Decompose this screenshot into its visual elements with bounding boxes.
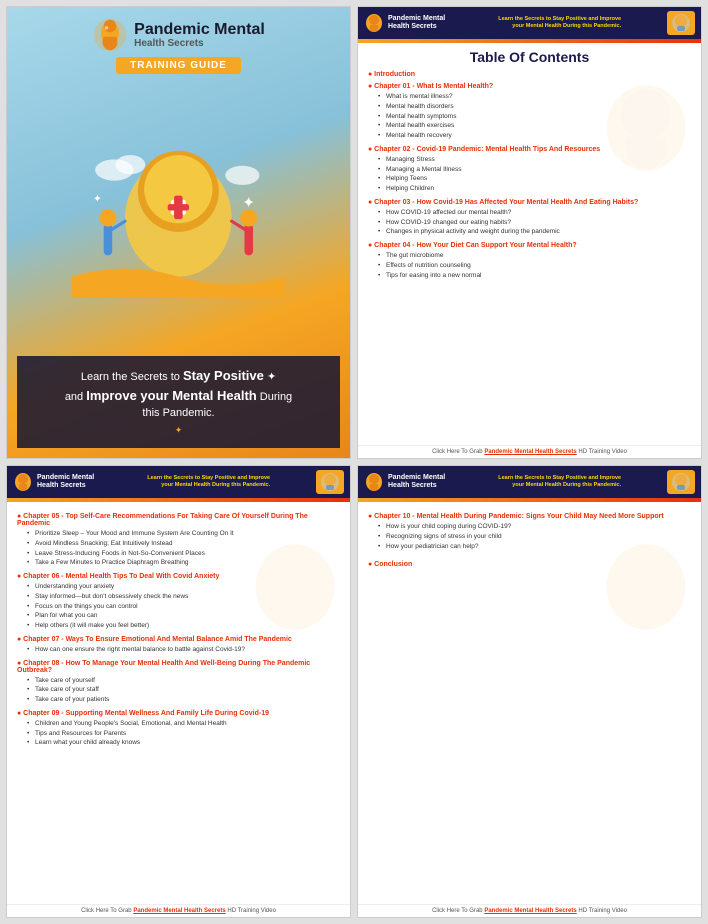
toc-body-2: ● Chapter 05 - Top Self-Care Recommendat…: [7, 502, 350, 904]
bullet-item: Help others (it will make you feel bette…: [27, 621, 340, 631]
toc-panel-3: Pandemic Mental Health Secrets Learn the…: [357, 465, 702, 918]
bullet-item: Effects of nutrition counseling: [378, 261, 691, 271]
bullet-item: Stay informed—but don't obsessively chec…: [27, 592, 340, 602]
toc-bullets-6: Understanding your anxiety Stay informed…: [17, 582, 340, 631]
bullet-item: How can one ensure the right mental bala…: [27, 645, 340, 655]
toc-header-1: Pandemic Mental Health Secrets Learn the…: [358, 7, 701, 39]
bullet-item: How your pediatrician can help?: [378, 542, 691, 552]
toc-logo-3: Pandemic Mental Health Secrets: [364, 472, 445, 492]
toc-body-1: Table Of Contents ● Introduction ● Chapt…: [358, 43, 701, 445]
toc-chapter-intro: ● Introduction: [368, 71, 691, 78]
cover-title-block: Pandemic Mental Health Secrets: [134, 21, 265, 50]
toc-panel-2: Pandemic Mental Health Secrets Learn the…: [6, 465, 351, 918]
cover-tagline-text: Learn the Secrets to Stay Positive ✦ and…: [65, 371, 292, 419]
bullet-item: What is mental illness?: [378, 92, 691, 102]
toc-chapter-9[interactable]: ● Chapter 09 - Supporting Mental Wellnes…: [17, 710, 340, 717]
toc-header-logo-text-3: Pandemic Mental Health Secrets: [388, 474, 445, 491]
bullet-item: How COVID-19 affected our mental health?: [378, 208, 691, 218]
bullet-item: Tips for easing into a new normal: [378, 271, 691, 281]
bullet-item: Changes in physical activity and weight …: [378, 227, 691, 237]
bullet-item: Managing Stress: [378, 155, 691, 165]
bullet-item: Mental health disorders: [378, 102, 691, 112]
toc-footer-link-2[interactable]: Pandemic Mental Health Secrets: [133, 908, 225, 914]
toc-watermark-3: [601, 542, 691, 632]
toc-header-3: Pandemic Mental Health Secrets Learn the…: [358, 466, 701, 498]
toc-bullets-5: Prioritize Sleep – Your Mood and Immune …: [17, 529, 340, 568]
toc-logo-icon-1: [364, 13, 384, 33]
bullet-item: Managing a Mental Illness: [378, 165, 691, 175]
toc-bullets-2: Managing Stress Managing a Mental Illnes…: [368, 155, 691, 194]
toc-body-3: ● Chapter 10 - Mental Health During Pand…: [358, 502, 701, 904]
toc-header-logo-text-1: Pandemic Mental Health Secrets: [388, 15, 445, 32]
toc-bullets-8: Take care of yourself Take care of your …: [17, 676, 340, 705]
toc-logo-2: Pandemic Mental Health Secrets: [13, 472, 94, 492]
bullet-item: Take a Few Minutes to Practice Diaphragm…: [27, 558, 340, 568]
toc-footer-link-1[interactable]: Pandemic Mental Health Secrets: [484, 449, 576, 455]
cover-title-sub: Health Secrets: [134, 38, 265, 49]
bullet-item: Mental health symptoms: [378, 112, 691, 122]
toc-logo-icon-3: [364, 472, 384, 492]
bullet-item: Leave Stress-Inducing Foods in Not-So-Co…: [27, 549, 340, 559]
cover-illustration: ✦ ✦: [17, 80, 340, 356]
toc-bullets-4: The gut microbiome Effects of nutrition …: [368, 251, 691, 280]
cover-title-main: Pandemic Mental: [134, 21, 265, 39]
toc-footer-1[interactable]: Click Here To Grab Pandemic Mental Healt…: [358, 445, 701, 458]
toc-chapter-3[interactable]: ● Chapter 03 - How Covid-19 Has Affected…: [368, 199, 691, 206]
bullet-item: Children and Young People's Social, Emot…: [27, 719, 340, 729]
bullet-item: Take care of your patients: [27, 695, 340, 705]
bullet-item: Learn what your child already knows: [27, 738, 340, 748]
bullet-item: Focus on the things you can control: [27, 602, 340, 612]
toc-header-logo-text-2: Pandemic Mental Health Secrets: [37, 474, 94, 491]
cover-tagline: Learn the Secrets to Stay Positive ✦ and…: [17, 356, 340, 448]
toc-header-tagline-2: Learn the Secrets to Stay Positive and I…: [140, 475, 270, 489]
toc-panel-1: Pandemic Mental Health Secrets Learn the…: [357, 6, 702, 459]
bullet-item: Take care of yourself: [27, 676, 340, 686]
cover-illustration-svg: ✦ ✦: [33, 138, 324, 298]
toc-chapter-10[interactable]: ● Chapter 10 - Mental Health During Pand…: [368, 513, 691, 520]
toc-header-2: Pandemic Mental Health Secrets Learn the…: [7, 466, 350, 498]
toc-footer-2[interactable]: Click Here To Grab Pandemic Mental Healt…: [7, 904, 350, 917]
cover-badge: TRAINING GUIDE: [116, 57, 241, 74]
bullet-item: Tips and Resources for Parents: [27, 729, 340, 739]
toc-bullets-9: Children and Young People's Social, Emot…: [17, 719, 340, 748]
cover-panel: Pandemic Mental Health Secrets TRAINING …: [6, 6, 351, 459]
svg-text:✦: ✦: [243, 194, 256, 211]
toc-logo-icon-2: [13, 472, 33, 492]
toc-main-title: Table Of Contents: [368, 49, 691, 65]
bullet-item: How is your child coping during COVID-19…: [378, 522, 691, 532]
toc-header-tagline-3: Learn the Secrets to Stay Positive and I…: [491, 475, 621, 489]
bullet-item: Plan for what you can: [27, 611, 340, 621]
bullet-item: Take care of your staff: [27, 685, 340, 695]
bullet-item: How COVID-19 changed our eating habits?: [378, 218, 691, 228]
toc-logo-1: Pandemic Mental Health Secrets: [364, 13, 445, 33]
bullet-item: Helping Children: [378, 184, 691, 194]
svg-text:✦: ✦: [93, 193, 102, 205]
toc-header-tagline-1: Learn the Secrets to Stay Positive and I…: [491, 16, 621, 30]
bullet-item: Understanding your anxiety: [27, 582, 340, 592]
toc-bullets-3: How COVID-19 affected our mental health?…: [368, 208, 691, 237]
bullet-item: Helping Teens: [378, 174, 691, 184]
toc-chapter-8[interactable]: ● Chapter 08 - How To Manage Your Mental…: [17, 660, 340, 674]
toc-header-img-3: [667, 470, 695, 494]
bullet-item: Prioritize Sleep – Your Mood and Immune …: [27, 529, 340, 539]
cover-logo-icon: [92, 17, 128, 53]
toc-chapter-5[interactable]: ● Chapter 05 - Top Self-Care Recommendat…: [17, 513, 340, 527]
bullet-item: Mental health exercises: [378, 121, 691, 131]
toc-header-img-2: [316, 470, 344, 494]
toc-bullets-1: What is mental illness? Mental health di…: [368, 92, 691, 141]
cover-logo-area: Pandemic Mental Health Secrets: [92, 17, 265, 53]
toc-bullets-7: How can one ensure the right mental bala…: [17, 645, 340, 655]
bullet-item: Mental health recovery: [378, 131, 691, 141]
toc-bullets-10: How is your child coping during COVID-19…: [368, 522, 691, 551]
toc-chapter-4[interactable]: ● Chapter 04 - How Your Diet Can Support…: [368, 242, 691, 249]
toc-chapter-7[interactable]: ● Chapter 07 - Ways To Ensure Emotional …: [17, 636, 340, 643]
toc-header-img-1: [667, 11, 695, 35]
toc-footer-link-3[interactable]: Pandemic Mental Health Secrets: [484, 908, 576, 914]
bullet-item: The gut microbiome: [378, 251, 691, 261]
toc-footer-3[interactable]: Click Here To Grab Pandemic Mental Healt…: [358, 904, 701, 917]
bullet-item: Recognizing signs of stress in your chil…: [378, 532, 691, 542]
bullet-item: Avoid Mindless Snacking; Eat Intuitively…: [27, 539, 340, 549]
